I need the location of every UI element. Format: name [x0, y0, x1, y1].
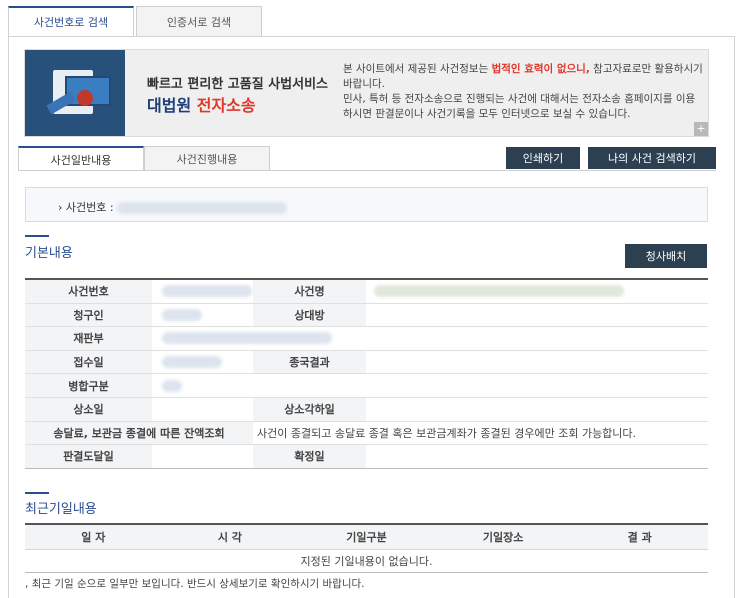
banner-service-name: 대법원 전자소송 — [147, 92, 256, 116]
case-number-cell — [152, 280, 253, 303]
case-name-cell — [366, 280, 708, 303]
recent-footnote: , 최근 기일 순으로 일부만 보입니다. 반드시 상세보기로 확인하시기 바랍… — [25, 576, 365, 591]
seal-icon — [77, 90, 93, 106]
tab-case-progress[interactable]: 사건진행내용 — [144, 146, 270, 171]
banner-slogan: 빠르고 편리한 고품질 사법서비스 — [147, 77, 329, 92]
table-row: 재판부 — [25, 327, 708, 351]
top-tabs: 사건번호로 검색 인증서로 검색 — [8, 6, 264, 36]
tab-case-general[interactable]: 사건일반내용 — [18, 146, 144, 171]
tab-search-by-certificate[interactable]: 인증서로 검색 — [136, 6, 262, 36]
banner-notice: 본 사이트에서 제공된 사건정보는 법적인 효력이 없으니, 참고자료로만 활용… — [343, 62, 703, 122]
case-number-box: › 사건번호 : — [25, 187, 708, 222]
appeal-dismissal-date-cell — [366, 398, 708, 421]
row-header: 병합구분 — [25, 374, 152, 397]
table-row: 판결도달일 확정일 — [25, 445, 708, 469]
table-row: 병합구분 — [25, 374, 708, 398]
banner-illustration — [25, 50, 125, 136]
redacted-value — [162, 332, 332, 345]
my-case-search-button[interactable]: 나의 사건 검색하기 — [588, 147, 716, 169]
col-place: 기일장소 — [482, 531, 524, 544]
tab-search-by-case-number[interactable]: 사건번호로 검색 — [8, 6, 134, 36]
row-header: 접수일 — [25, 350, 152, 374]
bullet-icon: › — [58, 201, 63, 214]
court-division-cell — [152, 327, 708, 350]
row-header: 상대방 — [253, 303, 366, 327]
sub-tabs: 사건일반내용 사건진행내용 — [18, 146, 270, 171]
final-result-cell — [366, 351, 708, 374]
redacted-value — [162, 285, 252, 298]
judgment-delivery-date-cell — [152, 445, 253, 468]
bullet-icon: , — [25, 578, 29, 590]
courthouse-layout-button[interactable]: 청사배치 — [625, 244, 707, 268]
banner-ecourt-name: 전자소송 — [196, 96, 256, 115]
section-marker — [25, 492, 49, 494]
row-header: 판결도달일 — [25, 445, 152, 468]
row-header: 상소일 — [25, 397, 152, 421]
recent-dates-table: 일 자 시 각 기일구분 기일장소 결 과 지정된 기일내용이 없습니다. — [25, 523, 708, 573]
empty-message: 지정된 기일내용이 없습니다. — [25, 550, 708, 573]
table-row: 접수일 종국결과 — [25, 350, 708, 375]
footnote-text: 최근 기일 순으로 일부만 보입니다. 반드시 상세보기로 확인하시기 바랍니다… — [31, 578, 365, 590]
redacted-value — [162, 356, 222, 369]
banner-notice-line2: 민사, 특허 등 전자소송으로 진행되는 사건에 대해서는 전자소송 홈페이지를… — [343, 93, 696, 120]
case-number-value-redacted — [117, 202, 288, 214]
case-number-label: 사건번호 : — [65, 201, 114, 214]
divider — [18, 170, 716, 171]
balance-inquiry-note: 사건이 종결되고 송달료 종결 혹은 보관금계좌가 종결된 경우에만 조회 가능… — [257, 426, 637, 440]
case-number-row: › 사건번호 : — [58, 199, 288, 215]
banner-court-name: 대법원 — [147, 96, 197, 115]
basic-section-title: 기본내용 — [25, 246, 73, 261]
ecourt-banner: 빠르고 편리한 고품질 사법서비스 대법원 전자소송 본 사이트에서 제공된 사… — [24, 49, 709, 137]
col-date: 일 자 — [81, 531, 106, 544]
col-time: 시 각 — [217, 531, 242, 544]
row-header: 상소각하일 — [253, 397, 366, 421]
table-row: 상소일 상소각하일 — [25, 397, 708, 422]
plus-icon[interactable]: + — [694, 122, 708, 136]
table-header-row: 일 자 시 각 기일구분 기일장소 결 과 — [25, 525, 708, 550]
col-type: 기일구분 — [346, 531, 387, 544]
claimant-cell — [152, 304, 253, 327]
row-header: 확정일 — [253, 445, 366, 468]
row-header: 사건명 — [253, 280, 366, 303]
banner-notice-pre: 본 사이트에서 제공된 사건정보는 — [343, 63, 492, 75]
redacted-value — [162, 379, 182, 392]
row-header: 사건번호 — [25, 280, 152, 303]
col-result: 결 과 — [627, 531, 652, 544]
appeal-date-cell — [152, 398, 253, 421]
print-button[interactable]: 인쇄하기 — [506, 147, 580, 169]
finalized-date-cell — [366, 445, 708, 468]
row-header: 재판부 — [25, 327, 152, 350]
table-row: 송달료, 보관금 종결에 따른 잔액조회 사건이 종결되고 송달료 종결 혹은 … — [25, 421, 708, 446]
basic-info-table: 사건번호 사건명 청구인 상대방 재판부 접수일 종국결과 병합구분 상소일 상… — [25, 278, 708, 469]
banner-notice-warning: 법적인 효력이 없으니, — [491, 63, 590, 75]
table-row: 사건번호 사건명 — [25, 280, 708, 304]
table-row: 청구인 상대방 — [25, 303, 708, 328]
redacted-value — [162, 308, 202, 321]
section-marker — [25, 235, 49, 237]
row-header: 종국결과 — [253, 350, 366, 374]
merge-type-cell — [152, 374, 708, 397]
filing-date-cell — [152, 351, 253, 374]
opponent-cell — [366, 304, 708, 327]
row-header: 청구인 — [25, 303, 152, 327]
redacted-value — [374, 285, 624, 298]
recent-section-title: 최근기일내용 — [25, 502, 97, 517]
row-header: 송달료, 보관금 종결에 따른 잔액조회 — [25, 421, 253, 445]
